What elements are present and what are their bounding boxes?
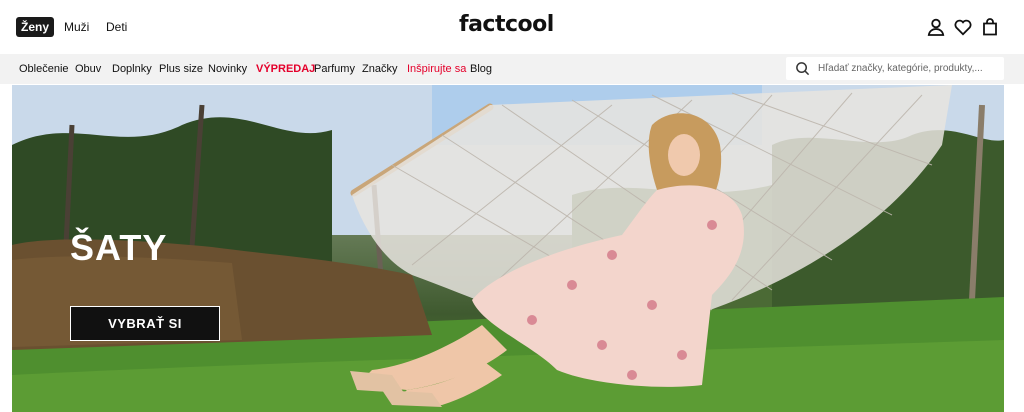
nav-item-blog[interactable]: Blog xyxy=(470,54,492,84)
nav-item-new[interactable]: Novinky xyxy=(208,54,247,84)
gender-tab-men[interactable]: Muži xyxy=(64,17,89,37)
nav-item-plus-size[interactable]: Plus size xyxy=(159,54,203,84)
heart-icon[interactable] xyxy=(953,17,973,37)
user-icon[interactable] xyxy=(926,17,946,37)
hero-cta-button[interactable]: VYBRAŤ SI xyxy=(70,306,220,341)
hero-banner[interactable]: ŠATY VYBRAŤ SI xyxy=(12,85,1004,412)
nav-item-perfumes[interactable]: Parfumy xyxy=(314,54,355,84)
gender-tab-women[interactable]: Ženy xyxy=(16,17,55,37)
nav-item-accessories[interactable]: Doplnky xyxy=(112,54,152,84)
search-input[interactable] xyxy=(818,57,1000,80)
nav-item-clothing[interactable]: Oblečenie xyxy=(19,54,69,84)
hero-title: ŠATY xyxy=(70,227,168,268)
search-icon[interactable] xyxy=(795,61,810,76)
nav-item-inspiration[interactable]: Inšpirujte sa xyxy=(407,54,466,84)
gender-tab-kids[interactable]: Deti xyxy=(106,17,127,37)
bag-icon[interactable] xyxy=(980,17,1000,37)
nav-item-brands[interactable]: Značky xyxy=(362,54,397,84)
nav-item-shoes[interactable]: Obuv xyxy=(75,54,101,84)
brand-logo[interactable]: factcool xyxy=(459,12,554,37)
search-box[interactable] xyxy=(786,57,1004,80)
top-header: Ženy Muži Deti factcool xyxy=(0,0,1024,54)
nav-item-sale[interactable]: VÝPREDAJ xyxy=(256,54,315,84)
